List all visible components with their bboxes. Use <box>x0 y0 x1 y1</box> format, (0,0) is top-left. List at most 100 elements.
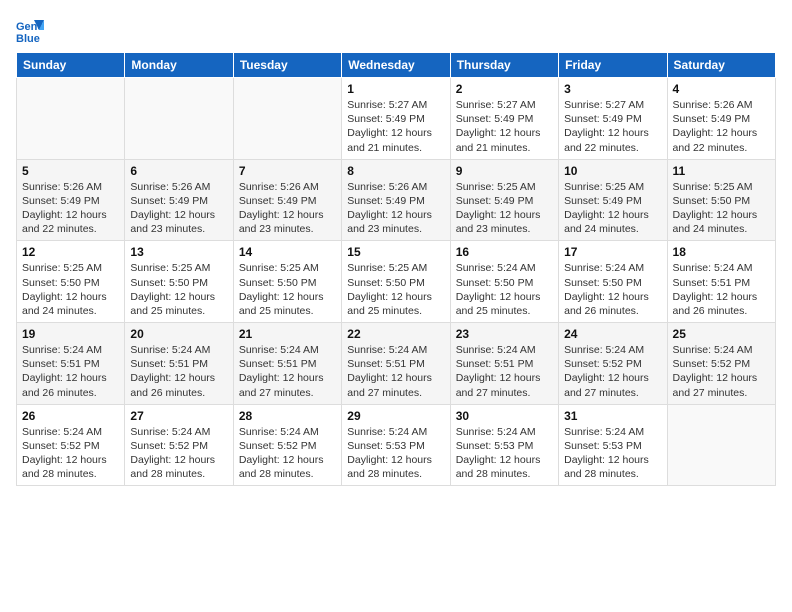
day-info: Sunrise: 5:26 AM Sunset: 5:49 PM Dayligh… <box>239 180 336 237</box>
day-info: Sunrise: 5:24 AM Sunset: 5:52 PM Dayligh… <box>239 425 336 482</box>
day-number: 12 <box>22 245 119 259</box>
day-info: Sunrise: 5:24 AM Sunset: 5:51 PM Dayligh… <box>239 343 336 400</box>
day-info: Sunrise: 5:24 AM Sunset: 5:52 PM Dayligh… <box>22 425 119 482</box>
weekday-thursday: Thursday <box>450 53 558 78</box>
day-number: 20 <box>130 327 227 341</box>
day-number: 27 <box>130 409 227 423</box>
day-number: 9 <box>456 164 553 178</box>
calendar-cell: 28Sunrise: 5:24 AM Sunset: 5:52 PM Dayli… <box>233 404 341 486</box>
day-info: Sunrise: 5:25 AM Sunset: 5:49 PM Dayligh… <box>564 180 661 237</box>
weekday-friday: Friday <box>559 53 667 78</box>
day-number: 13 <box>130 245 227 259</box>
day-info: Sunrise: 5:25 AM Sunset: 5:50 PM Dayligh… <box>673 180 770 237</box>
calendar-cell: 2Sunrise: 5:27 AM Sunset: 5:49 PM Daylig… <box>450 78 558 160</box>
calendar-table: SundayMondayTuesdayWednesdayThursdayFrid… <box>16 52 776 486</box>
day-info: Sunrise: 5:24 AM Sunset: 5:51 PM Dayligh… <box>130 343 227 400</box>
calendar-cell: 9 Sunrise: 5:25 AM Sunset: 5:49 PM Daylig… <box>450 159 558 241</box>
calendar-cell: 1Sunrise: 5:27 AM Sunset: 5:49 PM Daylig… <box>342 78 450 160</box>
calendar-cell: 14Sunrise: 5:25 AM Sunset: 5:50 PM Dayli… <box>233 241 341 323</box>
calendar-cell <box>125 78 233 160</box>
calendar-cell: 12 Sunrise: 5:25 AM Sunset: 5:50 PM Dayli… <box>17 241 125 323</box>
day-info: Sunrise: 5:25 AM Sunset: 5:50 PM Dayligh… <box>130 261 227 318</box>
calendar-cell <box>667 404 775 486</box>
calendar-cell: 6Sunrise: 5:26 AM Sunset: 5:49 PM Daylig… <box>125 159 233 241</box>
day-info: Sunrise: 5:24 AM Sunset: 5:50 PM Dayligh… <box>564 261 661 318</box>
svg-text:Blue: Blue <box>16 33 40 44</box>
calendar-cell: 13 Sunrise: 5:25 AM Sunset: 5:50 PM Dayli… <box>125 241 233 323</box>
calendar-cell: 11 Sunrise: 5:25 AM Sunset: 5:50 PM Dayli… <box>667 159 775 241</box>
day-info: Sunrise: 5:26 AM Sunset: 5:49 PM Dayligh… <box>22 180 119 237</box>
calendar-cell: 16 Sunrise: 5:24 AM Sunset: 5:50 PM Dayli… <box>450 241 558 323</box>
day-number: 4 <box>673 82 770 96</box>
calendar-cell: 22 Sunrise: 5:24 AM Sunset: 5:51 PM Dayli… <box>342 323 450 405</box>
day-info: Sunrise: 5:24 AM Sunset: 5:53 PM Dayligh… <box>347 425 444 482</box>
day-info: Sunrise: 5:24 AM Sunset: 5:53 PM Dayligh… <box>564 425 661 482</box>
logo: General Blue <box>16 16 48 44</box>
day-number: 21 <box>239 327 336 341</box>
weekday-tuesday: Tuesday <box>233 53 341 78</box>
day-info: Sunrise: 5:25 AM Sunset: 5:50 PM Dayligh… <box>347 261 444 318</box>
week-row-5: 26 Sunrise: 5:24 AM Sunset: 5:52 PM Dayli… <box>17 404 776 486</box>
calendar-cell: 10 Sunrise: 5:25 AM Sunset: 5:49 PM Dayli… <box>559 159 667 241</box>
day-info: Sunrise: 5:24 AM Sunset: 5:51 PM Dayligh… <box>456 343 553 400</box>
day-number: 8 <box>347 164 444 178</box>
week-row-4: 19Sunrise: 5:24 AM Sunset: 5:51 PM Dayli… <box>17 323 776 405</box>
day-number: 22 <box>347 327 444 341</box>
calendar-cell: 27 Sunrise: 5:24 AM Sunset: 5:52 PM Dayli… <box>125 404 233 486</box>
day-number: 7 <box>239 164 336 178</box>
weekday-monday: Monday <box>125 53 233 78</box>
calendar-cell: 20 Sunrise: 5:24 AM Sunset: 5:51 PM Dayli… <box>125 323 233 405</box>
calendar-cell: 30Sunrise: 5:24 AM Sunset: 5:53 PM Dayli… <box>450 404 558 486</box>
day-number: 30 <box>456 409 553 423</box>
week-row-3: 12 Sunrise: 5:25 AM Sunset: 5:50 PM Dayli… <box>17 241 776 323</box>
calendar-cell: 3 Sunrise: 5:27 AM Sunset: 5:49 PM Daylig… <box>559 78 667 160</box>
weekday-header-row: SundayMondayTuesdayWednesdayThursdayFrid… <box>17 53 776 78</box>
weekday-saturday: Saturday <box>667 53 775 78</box>
day-number: 26 <box>22 409 119 423</box>
calendar-cell: 15Sunrise: 5:25 AM Sunset: 5:50 PM Dayli… <box>342 241 450 323</box>
day-info: Sunrise: 5:26 AM Sunset: 5:49 PM Dayligh… <box>347 180 444 237</box>
day-number: 1 <box>347 82 444 96</box>
day-info: Sunrise: 5:24 AM Sunset: 5:51 PM Dayligh… <box>347 343 444 400</box>
calendar-cell: 25 Sunrise: 5:24 AM Sunset: 5:52 PM Dayli… <box>667 323 775 405</box>
day-info: Sunrise: 5:25 AM Sunset: 5:50 PM Dayligh… <box>22 261 119 318</box>
week-row-2: 5 Sunrise: 5:26 AM Sunset: 5:49 PM Daylig… <box>17 159 776 241</box>
day-number: 25 <box>673 327 770 341</box>
day-info: Sunrise: 5:24 AM Sunset: 5:51 PM Dayligh… <box>22 343 119 400</box>
day-number: 5 <box>22 164 119 178</box>
day-info: Sunrise: 5:27 AM Sunset: 5:49 PM Dayligh… <box>564 98 661 155</box>
day-info: Sunrise: 5:25 AM Sunset: 5:49 PM Dayligh… <box>456 180 553 237</box>
day-info: Sunrise: 5:26 AM Sunset: 5:49 PM Dayligh… <box>673 98 770 155</box>
day-info: Sunrise: 5:26 AM Sunset: 5:49 PM Dayligh… <box>130 180 227 237</box>
day-number: 18 <box>673 245 770 259</box>
calendar-cell <box>233 78 341 160</box>
weekday-sunday: Sunday <box>17 53 125 78</box>
calendar-cell: 29 Sunrise: 5:24 AM Sunset: 5:53 PM Dayli… <box>342 404 450 486</box>
day-info: Sunrise: 5:24 AM Sunset: 5:52 PM Dayligh… <box>673 343 770 400</box>
day-number: 29 <box>347 409 444 423</box>
day-info: Sunrise: 5:24 AM Sunset: 5:52 PM Dayligh… <box>564 343 661 400</box>
day-info: Sunrise: 5:24 AM Sunset: 5:51 PM Dayligh… <box>673 261 770 318</box>
day-number: 16 <box>456 245 553 259</box>
day-number: 11 <box>673 164 770 178</box>
day-number: 2 <box>456 82 553 96</box>
calendar-cell: 8 Sunrise: 5:26 AM Sunset: 5:49 PM Daylig… <box>342 159 450 241</box>
calendar-cell: 24 Sunrise: 5:24 AM Sunset: 5:52 PM Dayli… <box>559 323 667 405</box>
weekday-wednesday: Wednesday <box>342 53 450 78</box>
calendar-cell: 4 Sunrise: 5:26 AM Sunset: 5:49 PM Daylig… <box>667 78 775 160</box>
day-info: Sunrise: 5:24 AM Sunset: 5:52 PM Dayligh… <box>130 425 227 482</box>
day-number: 3 <box>564 82 661 96</box>
calendar-cell: 17Sunrise: 5:24 AM Sunset: 5:50 PM Dayli… <box>559 241 667 323</box>
calendar-body: 1 Sunrise: 5:27 AM Sunset: 5:49 PM Daylig… <box>17 78 776 486</box>
calendar-cell: 23Sunrise: 5:24 AM Sunset: 5:51 PM Dayli… <box>450 323 558 405</box>
calendar-cell <box>17 78 125 160</box>
day-number: 10 <box>564 164 661 178</box>
calendar-cell: 5 Sunrise: 5:26 AM Sunset: 5:49 PM Daylig… <box>17 159 125 241</box>
calendar-cell: 21 Sunrise: 5:24 AM Sunset: 5:51 PM Dayli… <box>233 323 341 405</box>
calendar-cell: 7 Sunrise: 5:26 AM Sunset: 5:49 PM Daylig… <box>233 159 341 241</box>
page-header: General Blue <box>16 16 776 44</box>
calendar-cell: 18 Sunrise: 5:24 AM Sunset: 5:51 PM Dayli… <box>667 241 775 323</box>
day-info: Sunrise: 5:24 AM Sunset: 5:50 PM Dayligh… <box>456 261 553 318</box>
day-number: 24 <box>564 327 661 341</box>
logo-icon: General Blue <box>16 16 44 44</box>
